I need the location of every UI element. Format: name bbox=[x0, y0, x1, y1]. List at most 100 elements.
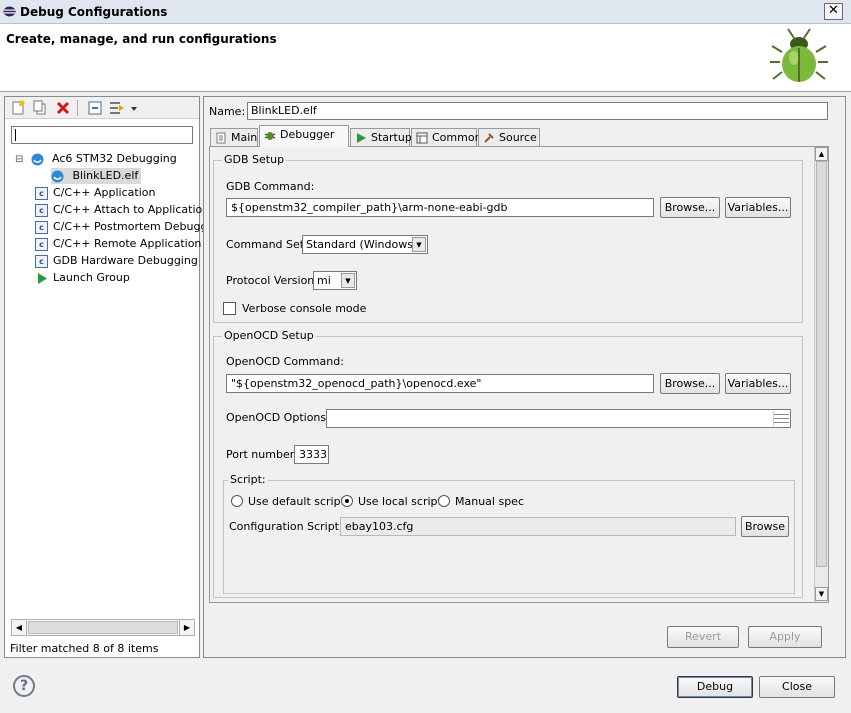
scroll-up-icon[interactable]: ▲ bbox=[815, 147, 828, 161]
openocd-setup-group: OpenOCD Setup OpenOCD Command: "${openst… bbox=[213, 329, 803, 598]
tree-item-label: C/C++ Application bbox=[53, 186, 156, 199]
toolbar-separator bbox=[77, 100, 78, 116]
tab-source[interactable]: Source bbox=[478, 128, 540, 147]
apply-button[interactable]: Apply bbox=[748, 626, 822, 648]
manual-spec-radio[interactable] bbox=[438, 495, 450, 507]
tree-item-label: Launch Group bbox=[53, 271, 130, 284]
debugger-tab-icon bbox=[264, 132, 276, 140]
close-button[interactable]: Close bbox=[759, 676, 835, 698]
tab-main[interactable]: Main bbox=[210, 128, 258, 147]
tab-label: Main bbox=[231, 131, 258, 144]
tab-label: Source bbox=[499, 131, 537, 144]
scroll-left-icon[interactable]: ◀ bbox=[12, 620, 27, 635]
tree-toolbar bbox=[5, 97, 199, 119]
tree-item-launch-group[interactable]: Launch Group bbox=[35, 270, 130, 286]
tree-item-cpp-remote[interactable]: c C/C++ Remote Application bbox=[35, 236, 201, 252]
tab-startup[interactable]: Startup bbox=[350, 128, 412, 147]
eclipse-icon bbox=[3, 6, 16, 17]
filter-status: Filter matched 8 of 8 items bbox=[10, 642, 159, 655]
tree-item-label: C/C++ Postmortem Debugge bbox=[53, 220, 215, 233]
openocd-setup-title: OpenOCD Setup bbox=[222, 329, 316, 342]
scroll-thumb[interactable] bbox=[816, 161, 827, 567]
scroll-thumb[interactable] bbox=[28, 621, 178, 634]
gdb-setup-group: GDB Setup GDB Command: ${openstm32_compi… bbox=[213, 153, 803, 323]
revert-button[interactable]: Revert bbox=[667, 626, 739, 648]
debug-button[interactable]: Debug bbox=[677, 676, 753, 698]
tree-item-ac6-stm32[interactable]: ⊟ Ac6 STM32 Debugging bbox=[15, 151, 177, 167]
config-script-input[interactable]: ebay103.cfg bbox=[340, 517, 736, 536]
tree-item-label: C/C++ Attach to Application bbox=[53, 203, 210, 216]
openocd-options-label: OpenOCD Options : bbox=[226, 411, 334, 424]
chevron-down-icon: ▼ bbox=[412, 237, 426, 252]
script-group: Script: Use default script Use local scr… bbox=[223, 473, 795, 594]
configuration-tree-panel: ⊟ Ac6 STM32 Debugging BlinkLED.elf c C/C+… bbox=[4, 96, 214, 658]
protocol-version-select[interactable]: mi ▼ bbox=[313, 271, 357, 290]
bug-icon bbox=[770, 28, 828, 82]
config-script-browse-button[interactable]: Browse bbox=[741, 516, 789, 537]
filter-icon[interactable] bbox=[109, 100, 125, 116]
verbose-checkbox[interactable] bbox=[223, 302, 236, 315]
new-config-icon[interactable] bbox=[10, 100, 26, 116]
script-title: Script: bbox=[228, 473, 268, 486]
openocd-variables-button[interactable]: Variables... bbox=[725, 373, 791, 394]
openocd-options-input[interactable] bbox=[326, 409, 791, 428]
chevron-down-icon: ▼ bbox=[341, 273, 355, 288]
openocd-browse-button[interactable]: Browse... bbox=[660, 373, 720, 394]
filter-input[interactable] bbox=[11, 126, 193, 144]
tab-debugger[interactable]: Debugger bbox=[259, 125, 349, 147]
options-expand-icon[interactable] bbox=[773, 411, 789, 426]
local-script-radio[interactable] bbox=[341, 495, 353, 507]
tree-item-label: GDB Hardware Debugging bbox=[53, 254, 198, 267]
configuration-editor: Name: BlinkLED.elf Main Debugger Startup… bbox=[203, 96, 846, 658]
config-script-label: Configuration Script: bbox=[229, 520, 343, 533]
tree-expander-icon[interactable]: ⊟ bbox=[15, 152, 27, 168]
c-icon: c bbox=[35, 237, 48, 251]
main-tab-icon bbox=[216, 132, 226, 144]
tree-item-label: Ac6 STM32 Debugging bbox=[52, 152, 177, 165]
c-icon: c bbox=[35, 186, 48, 200]
gdb-browse-button[interactable]: Browse... bbox=[660, 197, 720, 218]
window-title: Debug Configurations bbox=[20, 5, 168, 19]
gdb-command-input[interactable]: ${openstm32_compiler_path}\arm-none-eabi… bbox=[226, 198, 654, 217]
ac6-config-icon bbox=[51, 170, 64, 182]
tree-horizontal-scrollbar[interactable]: ◀ ▶ bbox=[11, 619, 195, 636]
tree-item-label: BlinkLED.elf bbox=[72, 169, 139, 182]
scroll-right-icon[interactable]: ▶ bbox=[179, 620, 194, 635]
default-script-radio[interactable] bbox=[231, 495, 243, 507]
gdb-command-label: GDB Command: bbox=[226, 180, 315, 193]
name-input[interactable]: BlinkLED.elf bbox=[247, 102, 828, 120]
c-icon: c bbox=[35, 203, 48, 217]
tab-label: Debugger bbox=[280, 128, 335, 141]
collapse-all-icon[interactable] bbox=[87, 100, 103, 116]
launch-group-icon bbox=[38, 272, 47, 284]
tree-item-cpp-postmortem[interactable]: c C/C++ Postmortem Debugge bbox=[35, 219, 214, 235]
delete-icon[interactable] bbox=[55, 100, 71, 116]
window-close-button[interactable]: ✕ bbox=[824, 3, 843, 20]
port-number-input[interactable]: 3333 bbox=[294, 445, 329, 464]
banner-heading: Create, manage, and run configurations bbox=[6, 32, 277, 46]
command-set-select[interactable]: Standard (Windows) ▼ bbox=[302, 235, 428, 254]
protocol-version-label: Protocol Version: bbox=[226, 274, 318, 287]
help-icon[interactable]: ? bbox=[13, 675, 35, 697]
openocd-command-input[interactable]: "${openstm32_openocd_path}\openocd.exe" bbox=[226, 374, 654, 393]
openocd-command-label: OpenOCD Command: bbox=[226, 355, 344, 368]
chevron-down-icon[interactable] bbox=[129, 100, 139, 116]
tree-item-cpp-attach[interactable]: c C/C++ Attach to Application bbox=[35, 202, 209, 218]
default-script-label: Use default script bbox=[248, 495, 345, 508]
gdb-variables-button[interactable]: Variables... bbox=[725, 197, 791, 218]
duplicate-icon[interactable] bbox=[32, 100, 48, 116]
scroll-down-icon[interactable]: ▼ bbox=[815, 587, 828, 601]
port-number-label: Port number: bbox=[226, 448, 298, 461]
tree-item-cpp-application[interactable]: c C/C++ Application bbox=[35, 185, 155, 201]
manual-spec-label: Manual spec bbox=[455, 495, 524, 508]
tab-label: Common bbox=[432, 131, 482, 144]
title-bar: Debug Configurations ✕ bbox=[0, 0, 851, 24]
tab-common[interactable]: Common bbox=[411, 128, 482, 147]
tree-item-blinkled[interactable]: BlinkLED.elf bbox=[51, 168, 142, 184]
content-vertical-scrollbar[interactable]: ▲ ▼ bbox=[814, 147, 828, 602]
verbose-label: Verbose console mode bbox=[242, 302, 367, 315]
command-set-label: Command Set: bbox=[226, 238, 308, 251]
debugger-tab-content: GDB Setup GDB Command: ${openstm32_compi… bbox=[209, 146, 829, 603]
tree-item-gdb-hardware[interactable]: c GDB Hardware Debugging bbox=[35, 253, 198, 269]
gdb-setup-title: GDB Setup bbox=[222, 153, 287, 166]
